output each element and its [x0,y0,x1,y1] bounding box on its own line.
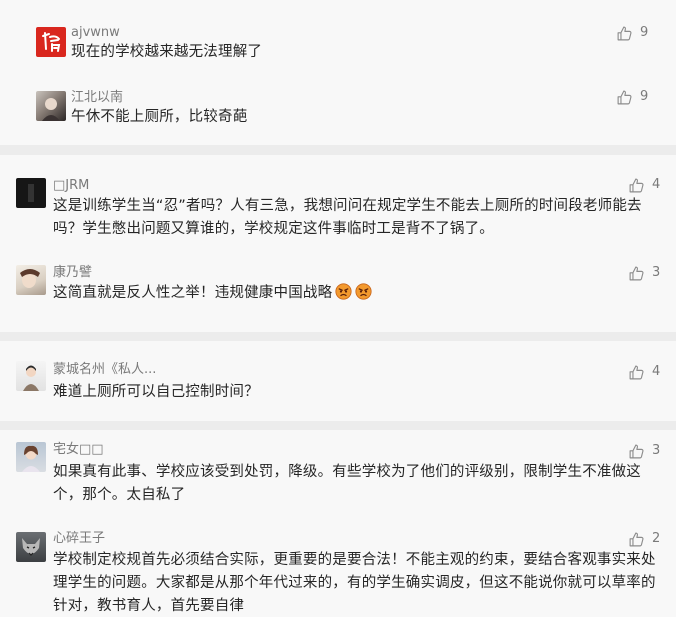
like-count: 3 [652,265,661,280]
comment-nickname[interactable]: 康乃譬 [53,265,92,281]
like-count: 2 [652,531,661,546]
photo-avatar[interactable] [16,265,46,295]
comment-text: 午休不能上厕所，比较奇葩 [71,109,248,125]
comment-card: □JRM 这是训练学生当“忍”者吗？人有三急，我想问问在规定学生不能去上厕所的时… [0,155,676,332]
comment-text: 这简直就是反人性之举！违规健康中国战略 [53,282,613,305]
like-button[interactable]: 2 [628,530,660,548]
comment-text: 难道上厕所可以自己控制时间？ [53,384,259,400]
comment-nickname[interactable]: □JRM [53,178,89,194]
thumbs-up-icon [628,364,645,381]
comment-text: 如果真有此事、学校应该受到处罚，降级。有些学校为了他们的评级别，限制学生不准做这… [53,464,641,503]
like-button[interactable]: 4 [628,363,660,381]
calligraphy-fu-avatar[interactable] [36,27,66,57]
like-count: 3 [652,443,661,458]
like-button[interactable]: 3 [628,264,660,282]
photo-avatar[interactable] [16,361,46,391]
angry-face-emoji [335,283,352,300]
like-count: 4 [652,177,661,192]
thumbs-up-icon [616,25,633,42]
like-count: 9 [640,25,649,40]
dark-photo-avatar[interactable] [16,178,46,208]
like-button[interactable]: 9 [616,24,648,42]
photo-avatar[interactable] [36,91,66,121]
like-button[interactable]: 9 [616,88,648,106]
comment-nickname[interactable]: 心碎王子 [53,531,105,547]
comment-nickname[interactable]: ajvwnw [71,25,120,41]
like-count: 4 [652,364,661,379]
comment-text-content: 这简直就是反人性之举！违规健康中国战略 [53,285,333,301]
angry-face-emoji [355,283,372,300]
wolf-photo-avatar[interactable] [16,532,46,562]
like-button[interactable]: 3 [628,442,660,460]
comment-nickname[interactable]: 蒙城名州《私人... [53,362,156,378]
thumbs-up-icon [616,89,633,106]
photo-avatar[interactable] [16,442,46,472]
comment-text: 现在的学校越来越无法理解了 [71,44,263,60]
like-count: 9 [640,89,649,104]
comment-card: 宅女□□ 如果真有此事、学校应该受到处罚，降级。有些学校为了他们的评级别，限制学… [0,430,676,617]
comment-card: ajvwnw 现在的学校越来越无法理解了 9 江北以南 午休不能上厕所，比较奇葩… [0,0,676,145]
comment-nickname[interactable]: 江北以南 [71,90,123,106]
thumbs-up-icon [628,265,645,282]
like-button[interactable]: 4 [628,176,660,194]
comment-text: 学校制定校规首先必须结合实际，更重要的是要合法！不能主观的约束，要结合客观事实来… [53,552,656,614]
comment-card: 蒙城名州《私人... 难道上厕所可以自己控制时间？ 4 [0,341,676,421]
thumbs-up-icon [628,531,645,548]
thumbs-up-icon [628,177,645,194]
comment-nickname[interactable]: 宅女□□ [53,442,104,458]
comment-text: 这是训练学生当“忍”者吗？人有三急，我想问问在规定学生不能去上厕所的时间段老师能… [53,198,642,237]
thumbs-up-icon [628,443,645,460]
